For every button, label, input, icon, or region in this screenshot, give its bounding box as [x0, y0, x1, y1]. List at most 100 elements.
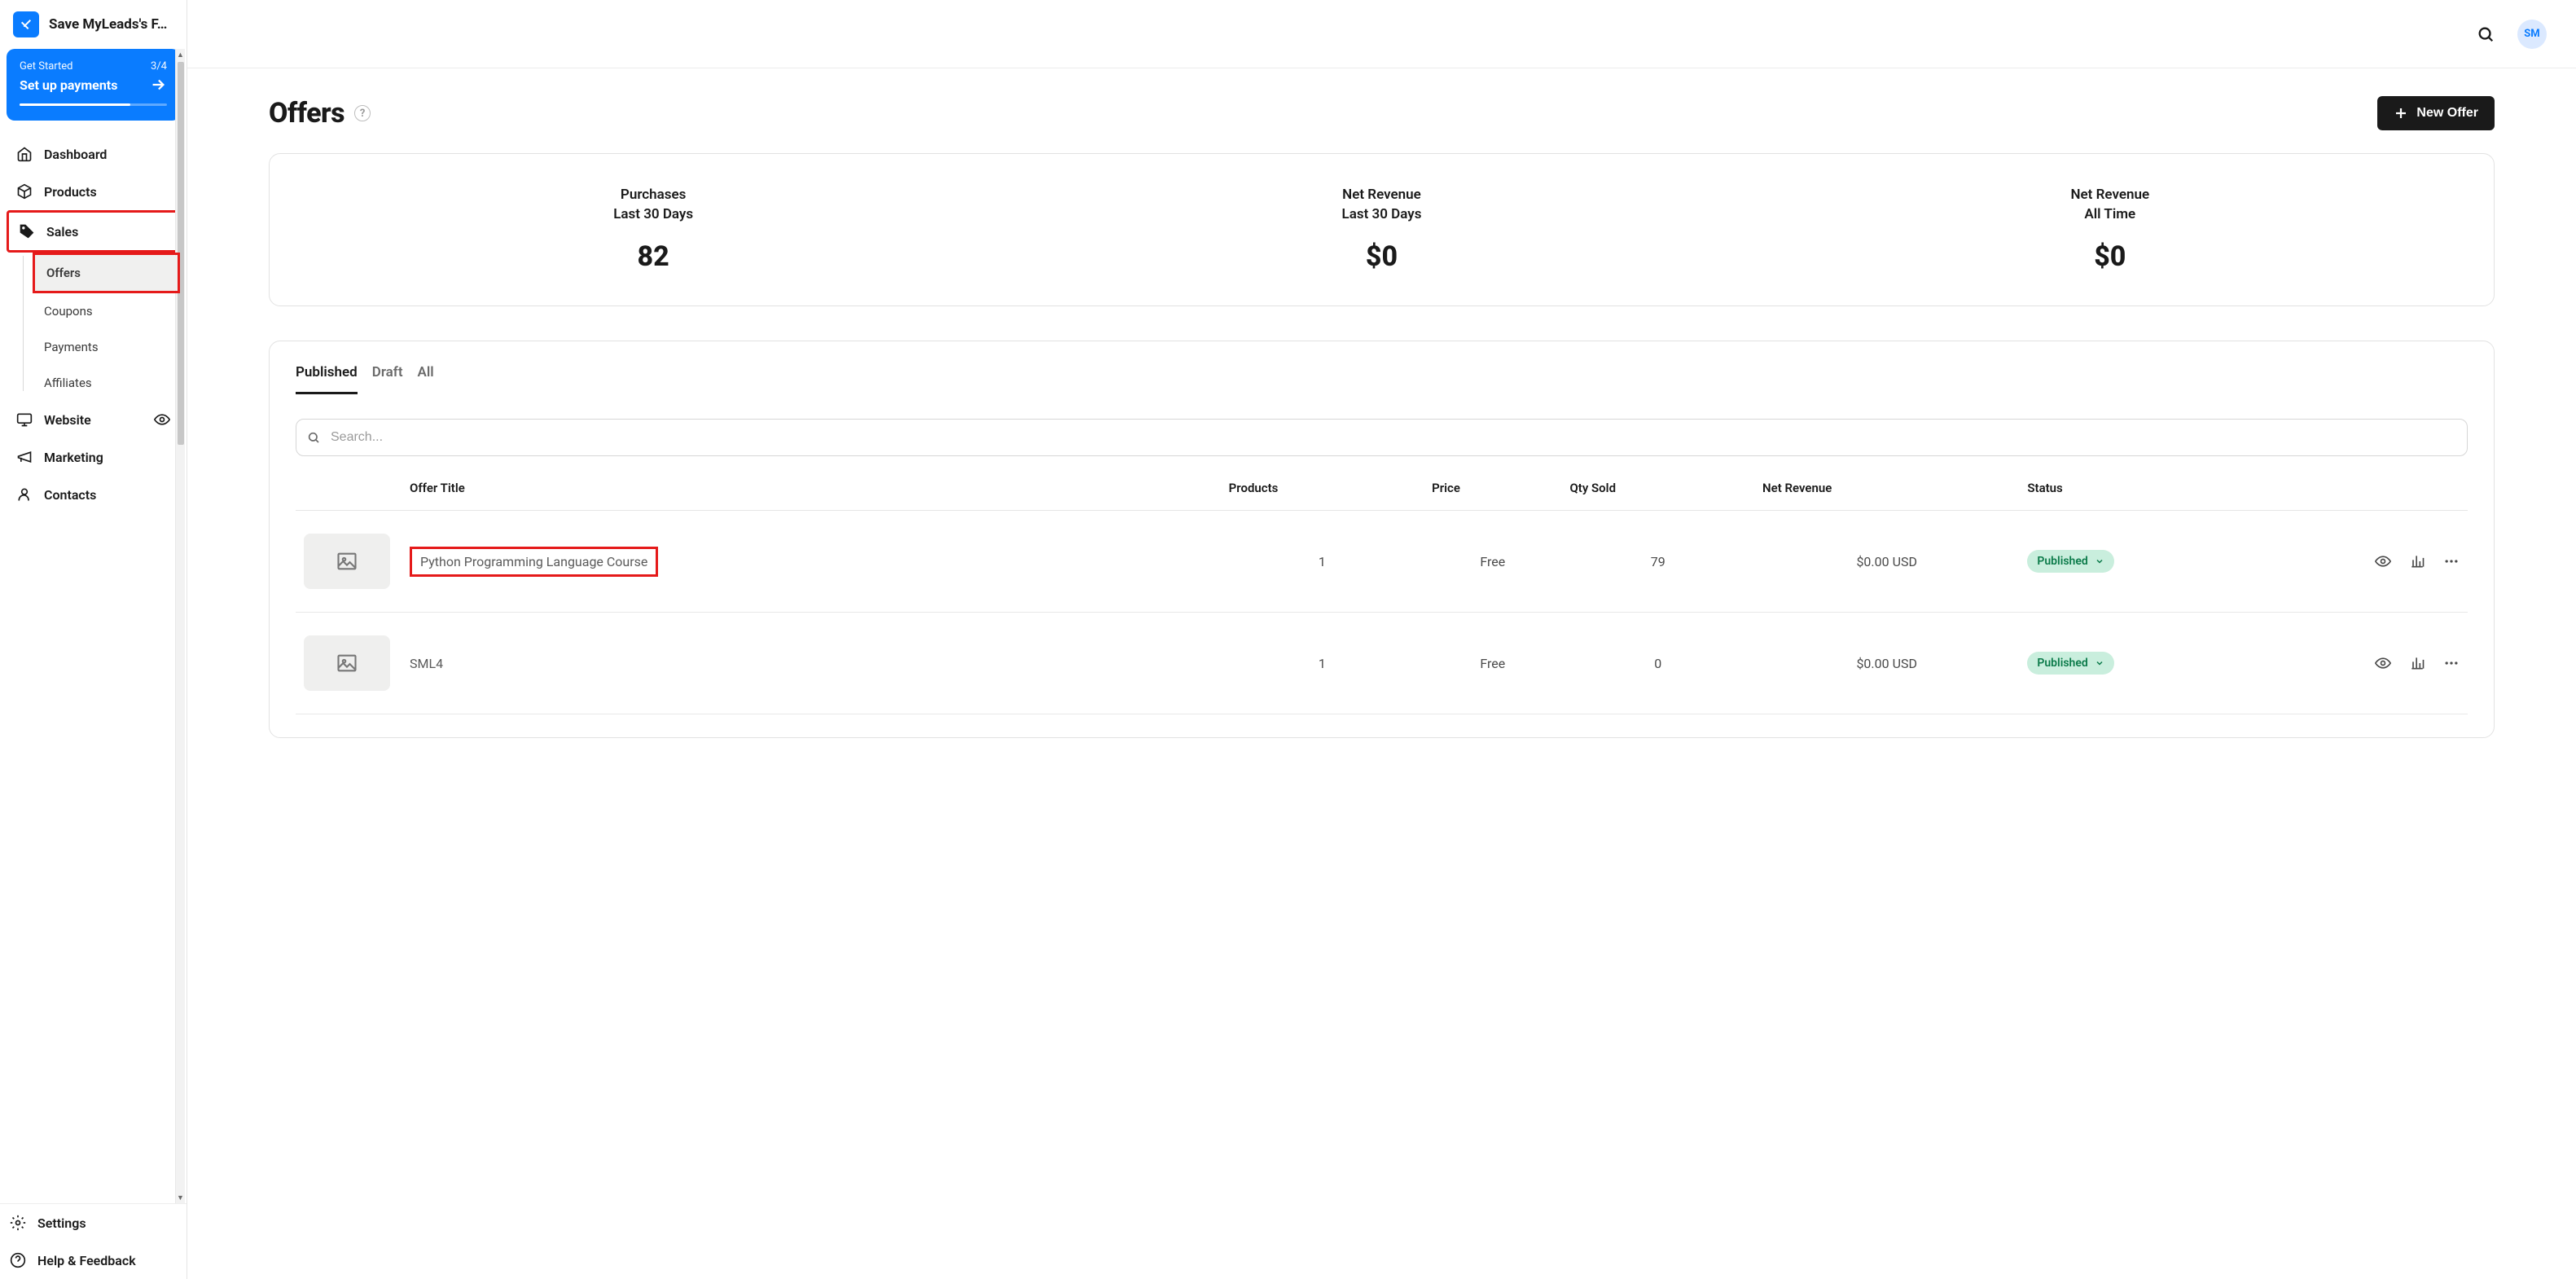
sidebar-item-dashboard[interactable]: Dashboard [7, 135, 180, 173]
offer-title-link[interactable]: Python Programming Language Course [420, 554, 647, 569]
package-icon [16, 183, 33, 200]
help-circle-icon[interactable]: ? [354, 105, 371, 121]
col-price: Price [1424, 481, 1561, 511]
stat-sub: All Time [1746, 206, 2474, 222]
new-offer-button[interactable]: New Offer [2377, 96, 2495, 130]
get-started-card[interactable]: Get Started 3/4 Set up payments [7, 49, 180, 121]
col-products: Products [1221, 481, 1424, 511]
cell-revenue: $0.00 USD [1754, 511, 2019, 613]
offers-table: Offer Title Products Price Qty Sold Net … [296, 481, 2468, 714]
cell-price: Free [1424, 613, 1561, 714]
sidebar: Save MyLeads's F… ▲ ▼ Get Started 3/4 Se… [0, 0, 187, 1279]
col-revenue: Net Revenue [1754, 481, 2019, 511]
chart-icon[interactable] [2409, 553, 2425, 569]
sidebar-sub-affiliates[interactable]: Affiliates [33, 365, 180, 401]
stat-sub: Last 30 Days [289, 206, 1017, 222]
sidebar-label: Help & Feedback [37, 1253, 177, 1268]
cell-qty: 0 [1561, 613, 1754, 714]
col-title: Offer Title [402, 481, 1221, 511]
sidebar-label: Sales [46, 224, 168, 240]
eye-icon[interactable] [2375, 655, 2391, 671]
topbar: SM [187, 0, 2576, 68]
image-placeholder-icon [304, 534, 390, 589]
sidebar-item-settings[interactable]: Settings [0, 1204, 187, 1242]
status-label: Published [2037, 657, 2087, 670]
sidebar-item-contacts[interactable]: Contacts [7, 476, 180, 513]
sidebar-sub-payments[interactable]: Payments [33, 329, 180, 365]
sidebar-label: Contacts [44, 487, 170, 503]
search-icon[interactable] [2477, 25, 2495, 43]
sidebar-item-sales[interactable]: Sales [7, 210, 180, 253]
plus-icon [2394, 106, 2408, 121]
sidebar-label: Settings [37, 1215, 177, 1231]
sidebar-label: Products [44, 184, 170, 200]
table-row: SML4 1 Free 0 $0.00 USD Published [296, 613, 2468, 714]
home-icon [16, 146, 33, 162]
more-icon[interactable] [2443, 655, 2460, 671]
col-status: Status [2019, 481, 2337, 511]
status-badge[interactable]: Published [2027, 652, 2113, 675]
eye-icon[interactable] [2375, 553, 2391, 569]
get-started-action: Set up payments [20, 77, 117, 93]
status-label: Published [2037, 555, 2087, 568]
progress-bar [20, 103, 167, 106]
search-icon [307, 431, 320, 444]
sidebar-item-products[interactable]: Products [7, 173, 180, 210]
page-title: Offers [269, 97, 344, 130]
stat-purchases: Purchases Last 30 Days 82 [289, 187, 1017, 273]
sidebar-header: Save MyLeads's F… [0, 0, 187, 49]
sidebar-item-help[interactable]: Help & Feedback [0, 1242, 187, 1279]
offers-panel: Published Draft All Offer Title [269, 341, 2495, 738]
cell-products: 1 [1221, 511, 1424, 613]
sidebar-item-website[interactable]: Website [7, 401, 180, 438]
stat-label: Purchases [289, 187, 1017, 203]
stat-label: Net Revenue [1746, 187, 2474, 203]
offer-title-link[interactable]: SML4 [410, 656, 443, 671]
status-badge[interactable]: Published [2027, 550, 2113, 573]
new-offer-label: New Offer [2416, 106, 2478, 121]
stat-label: Net Revenue [1017, 187, 1745, 203]
logo-icon [13, 11, 39, 37]
stat-sub: Last 30 Days [1017, 206, 1745, 222]
cell-products: 1 [1221, 613, 1424, 714]
cell-price: Free [1424, 511, 1561, 613]
monitor-icon [16, 411, 33, 428]
sidebar-label: Dashboard [44, 147, 170, 162]
image-placeholder-icon [304, 635, 390, 691]
help-icon [10, 1252, 26, 1268]
more-icon[interactable] [2443, 553, 2460, 569]
stat-value: $0 [1017, 240, 1745, 273]
sidebar-label: Marketing [44, 450, 170, 465]
workspace-title[interactable]: Save MyLeads's F… [49, 16, 167, 33]
stat-revenue-30: Net Revenue Last 30 Days $0 [1017, 187, 1745, 273]
offer-title-highlight: Python Programming Language Course [410, 547, 658, 577]
table-row: Python Programming Language Course 1 Fre… [296, 511, 2468, 613]
tab-published[interactable]: Published [296, 364, 358, 394]
eye-icon[interactable] [154, 411, 170, 428]
sidebar-item-marketing[interactable]: Marketing [7, 438, 180, 476]
col-qty: Qty Sold [1561, 481, 1754, 511]
get-started-progress: 3/4 [151, 60, 167, 73]
chart-icon[interactable] [2409, 655, 2425, 671]
sidebar-scrollbar[interactable]: ▲ ▼ [175, 49, 185, 1203]
cell-revenue: $0.00 USD [1754, 613, 2019, 714]
sidebar-sub-offers-highlight: Offers [33, 253, 180, 293]
tab-draft[interactable]: Draft [372, 364, 403, 394]
gear-icon [10, 1215, 26, 1231]
user-icon [16, 486, 33, 503]
sidebar-label: Website [44, 412, 143, 428]
tab-all[interactable]: All [418, 364, 434, 394]
sidebar-sub-coupons[interactable]: Coupons [33, 293, 180, 329]
chevron-down-icon [2095, 556, 2104, 566]
avatar[interactable]: SM [2517, 20, 2547, 49]
stats-panel: Purchases Last 30 Days 82 Net Revenue La… [269, 153, 2495, 306]
megaphone-icon [16, 449, 33, 465]
cell-qty: 79 [1561, 511, 1754, 613]
chevron-down-icon [2095, 658, 2104, 668]
sidebar-sub-offers[interactable]: Offers [35, 255, 178, 291]
search-input[interactable] [296, 419, 2468, 456]
stat-value: $0 [1746, 240, 2474, 273]
arrow-right-icon [149, 76, 167, 94]
stat-revenue-all: Net Revenue All Time $0 [1746, 187, 2474, 273]
stat-value: 82 [289, 240, 1017, 273]
